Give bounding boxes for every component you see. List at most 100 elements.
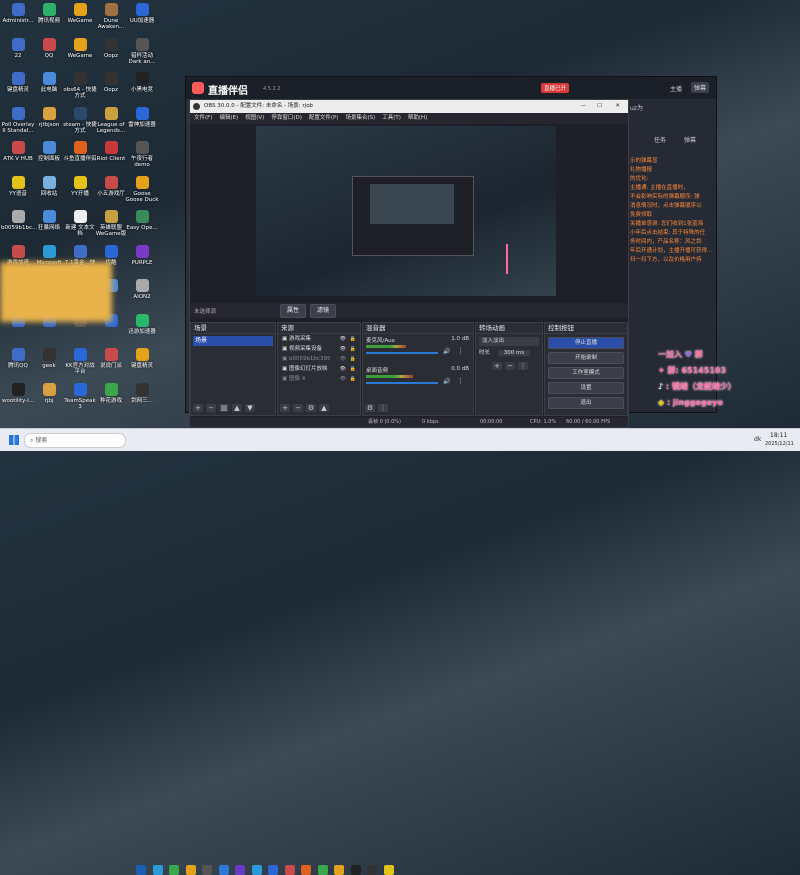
taskbar-app-icon[interactable] <box>218 865 229 875</box>
visibility-icon[interactable]: 👁 <box>340 374 346 384</box>
source-item[interactable]: ▣ 视频采集设备 👁 🔒 <box>278 344 360 354</box>
mixer-menu-button[interactable]: ⋮ <box>378 404 388 412</box>
source-item[interactable]: ▣ b0059b1bc395 👁 🔒 <box>278 354 360 364</box>
desktop-icon[interactable]: 剑网三... <box>125 382 159 404</box>
helper-tab-danmaku[interactable]: 弹幕 <box>691 82 710 93</box>
lock-icon[interactable]: 🔒 <box>350 364 356 374</box>
remove-scene-button[interactable]: − <box>206 404 216 412</box>
desktop-icon[interactable]: 小五游戏厅 <box>94 175 128 197</box>
desktop-icon[interactable]: 说说门派 <box>94 348 128 369</box>
duration-input[interactable]: 300 ms <box>497 350 531 356</box>
desktop-icon[interactable]: 22 <box>1 37 35 59</box>
taskbar-app-icon[interactable] <box>185 865 196 875</box>
clock-date[interactable]: 2025/12/11 <box>765 441 794 447</box>
desktop-icon[interactable]: League of Legends... <box>94 106 128 134</box>
taskbar-app-icon[interactable] <box>301 865 311 875</box>
taskbar-search[interactable]: ⌕ 搜索 <box>24 433 126 448</box>
remove-transition-button[interactable]: − <box>505 362 515 370</box>
desktop-icon[interactable]: Goose Goose Duck <box>125 175 159 203</box>
desktop-icon[interactable]: obs64 - 快捷方式 <box>63 72 97 99</box>
desktop-icon[interactable]: 猎杯活动 Dark an... <box>125 37 159 65</box>
lock-icon[interactable]: 🔒 <box>350 354 356 364</box>
desktop-icon[interactable]: 雷神加速器 <box>125 106 159 128</box>
desktop-icon[interactable]: TeamSpeak 3 <box>63 382 97 410</box>
add-scene-button[interactable]: + <box>193 404 203 412</box>
scene-filter-button[interactable]: ▥ <box>219 404 229 412</box>
desktop-icon[interactable]: 狂暴网络 <box>32 210 66 231</box>
studio-mode-button[interactable]: 工作室模式 <box>548 367 624 379</box>
filters-button[interactable]: 滤镜 <box>310 304 336 318</box>
mixer-settings-button[interactable]: ⚙ <box>365 404 375 412</box>
lock-icon[interactable]: 🔒 <box>350 374 356 384</box>
desktop-icon[interactable]: 迅游加速器 <box>125 313 159 335</box>
properties-button[interactable]: 属性 <box>280 304 306 318</box>
desktop-icon[interactable]: YY开播 <box>63 175 97 197</box>
menu-item[interactable]: 帮助(H) <box>408 113 427 124</box>
lock-icon[interactable]: 🔒 <box>350 334 356 344</box>
desktop-icon[interactable]: Oopz <box>94 72 128 93</box>
track-menu-icon[interactable]: ⋮ <box>457 377 464 385</box>
helper-tab-host[interactable]: 主播 <box>670 84 682 93</box>
speaker-icon[interactable]: 🔊 <box>443 348 450 355</box>
remove-source-button[interactable]: − <box>293 404 303 412</box>
visibility-icon[interactable]: 👁 <box>340 364 346 374</box>
desktop-icon[interactable]: 此电脑 <box>32 72 66 93</box>
source-item[interactable]: ▣ 图像 4 👁 🔒 <box>278 374 360 384</box>
desktop-icon[interactable]: Riot Client <box>94 141 128 162</box>
menu-item[interactable]: 文件(F) <box>194 113 212 124</box>
desktop-icon[interactable]: 回收站 <box>32 175 66 197</box>
exit-button[interactable]: 退出 <box>548 397 624 409</box>
taskbar-app-icon[interactable] <box>169 865 179 875</box>
desktop-icon[interactable]: 腾讯QQ <box>1 348 35 369</box>
desktop-icon[interactable]: 新建 文本文档 <box>63 210 97 237</box>
taskbar-app-icon[interactable] <box>268 865 278 875</box>
transition-select[interactable]: 淡入淡出 <box>479 337 539 346</box>
close-button[interactable]: ✕ <box>615 100 620 113</box>
clock-time[interactable]: 18:11 <box>770 432 787 439</box>
desktop-icon[interactable]: 午夜行者 demo <box>125 141 159 168</box>
scene-down-button[interactable]: ▼ <box>245 404 255 412</box>
visibility-icon[interactable]: 👁 <box>340 354 346 364</box>
volume-slider[interactable] <box>366 382 438 384</box>
taskbar-app-icon[interactable] <box>251 865 262 875</box>
desktop-icon[interactable]: KK官方对战平台 <box>63 348 97 375</box>
desktop-icon[interactable]: 键盘精灵 <box>1 72 35 93</box>
desktop-icon[interactable]: 控制面板 <box>32 141 66 162</box>
menu-item[interactable]: 停靠窗口(D) <box>271 113 302 124</box>
desktop-icon[interactable]: Easy Ope... <box>125 210 159 231</box>
scene-up-button[interactable]: ▲ <box>232 404 242 412</box>
tray-text[interactable]: dk <box>754 436 761 443</box>
live-status-badge[interactable]: 直播已开 <box>541 83 570 93</box>
desktop-icon[interactable]: Oopz <box>94 37 128 59</box>
source-item[interactable]: ▣ 图像幻灯片放映 👁 🔒 <box>278 364 360 374</box>
start-recording-button[interactable]: 开始录制 <box>548 352 624 364</box>
desktop-icon[interactable]: 斗鱼直播伴侣 <box>63 141 97 162</box>
source-settings-button[interactable]: ⚙ <box>306 404 316 412</box>
taskbar-app-icon[interactable] <box>202 865 212 875</box>
taskbar-app-icon[interactable] <box>383 865 394 875</box>
desktop-icon[interactable]: YY语音 <box>1 175 35 197</box>
visibility-icon[interactable]: 👁 <box>340 344 346 354</box>
desktop-icon[interactable]: WeGame <box>63 37 97 59</box>
add-transition-button[interactable]: + <box>492 362 502 370</box>
volume-slider[interactable] <box>366 352 438 354</box>
transition-menu-button[interactable]: ⋮ <box>518 362 528 370</box>
menu-item[interactable]: 工具(T) <box>382 113 401 124</box>
desktop-icon[interactable]: steam - 快捷方式 <box>63 106 97 134</box>
desktop-icon[interactable]: rjbj <box>32 382 66 404</box>
desktop-icon[interactable]: 英雄联盟WeGame版 <box>94 210 128 237</box>
desktop-icon[interactable]: 键盘精灵 <box>125 348 159 369</box>
source-item[interactable]: ▣ 游戏采集 👁 🔒 <box>278 334 360 344</box>
lock-icon[interactable]: 🔒 <box>350 344 356 354</box>
desktop-icon[interactable]: 小黑电竞 <box>125 72 159 93</box>
desktop-icon[interactable]: UU加速器 <box>125 3 159 24</box>
taskbar-app-icon[interactable] <box>284 865 295 875</box>
menu-item[interactable]: 配置文件(P) <box>309 113 339 124</box>
helper-right-task[interactable]: 任务 <box>654 135 666 144</box>
taskbar-app-icon[interactable] <box>367 865 377 875</box>
visibility-icon[interactable]: 👁 <box>340 334 346 344</box>
taskbar-app-icon[interactable] <box>317 865 328 875</box>
desktop-icon[interactable]: Poll Overlay II Standal... <box>1 106 35 134</box>
desktop-icon[interactable]: rjtbjson <box>32 106 66 128</box>
desktop-icon[interactable]: WeGame <box>63 3 97 24</box>
